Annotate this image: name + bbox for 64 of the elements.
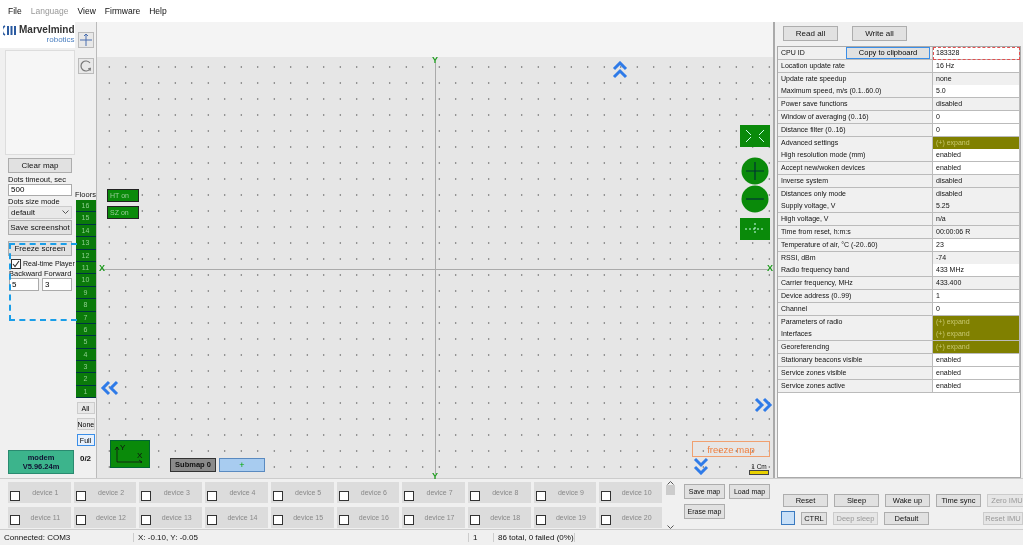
save-screenshot-button[interactable]: Save screenshot	[8, 219, 72, 235]
status-text: Connected: COM3	[0, 533, 134, 542]
status-text: 1	[469, 533, 494, 542]
scale-bar	[749, 469, 769, 475]
checkbox[interactable]	[469, 515, 480, 526]
logo-icon	[3, 23, 17, 36]
freeze-screen-button[interactable]: Freeze screen	[8, 240, 72, 256]
scroll-up-icon[interactable]	[612, 60, 628, 79]
checkbox[interactable]	[404, 515, 415, 526]
scrollbar-thumb[interactable]	[665, 485, 675, 496]
logo-wordmark: Marvelmind	[19, 23, 75, 36]
checkbox[interactable]	[601, 490, 612, 501]
checkbox[interactable]	[272, 490, 283, 501]
checkbox[interactable]	[141, 515, 152, 526]
checkbox[interactable]	[75, 515, 86, 526]
forward-input[interactable]: 3	[42, 277, 72, 291]
checkbox[interactable]	[535, 490, 546, 501]
checkbox[interactable]	[469, 490, 480, 501]
expand-view-icon[interactable]	[740, 217, 770, 240]
zoom-out-icon[interactable]	[741, 184, 769, 213]
scroll-right-icon[interactable]	[753, 396, 773, 413]
status-text: X: -0.10, Y: -0.05	[134, 533, 469, 542]
checkbox[interactable]	[535, 515, 546, 526]
checkbox[interactable]	[75, 490, 86, 501]
freeze-map-button[interactable]: freeze map	[692, 440, 770, 457]
dots-size-dropdown[interactable]: default	[8, 205, 72, 219]
clear-map-button[interactable]: Clear map	[8, 157, 72, 173]
settings-button[interactable]: Write all	[852, 25, 907, 41]
timeout-input[interactable]: 500	[8, 183, 72, 196]
scroll-up-icon[interactable]	[666, 481, 674, 486]
ctrl-indicator[interactable]	[781, 511, 795, 526]
device-count: 0/2	[79, 454, 92, 464]
scroll-left-icon[interactable]	[100, 379, 120, 396]
menu-item[interactable]: Help	[149, 5, 167, 16]
add-submap-button[interactable]: +	[219, 457, 265, 472]
zoom-in-icon[interactable]	[741, 156, 769, 185]
axis-label: Y	[432, 54, 438, 65]
scroll-down-icon[interactable]	[693, 456, 709, 475]
checkbox[interactable]	[10, 490, 20, 501]
scroll-down-icon[interactable]	[666, 525, 674, 530]
checkbox[interactable]	[338, 490, 349, 501]
menu-item[interactable]: File	[8, 5, 22, 16]
checkbox[interactable]	[207, 515, 218, 526]
checkbox[interactable]	[207, 490, 218, 501]
move-icon[interactable]	[77, 31, 94, 48]
checkbox[interactable]	[404, 490, 415, 501]
fit-view-icon[interactable]	[740, 124, 770, 147]
checkbox[interactable]	[10, 515, 20, 526]
menu-item[interactable]: View	[77, 5, 96, 16]
axes-orientation-button[interactable]: Y X	[110, 439, 150, 468]
checkbox[interactable]	[338, 515, 349, 526]
checkbox[interactable]	[11, 258, 21, 269]
settings-button[interactable]: Read all	[783, 25, 838, 41]
backward-input[interactable]: 5	[9, 277, 39, 291]
checkbox[interactable]	[601, 515, 612, 526]
axis-label: X	[767, 262, 773, 273]
rotate-icon[interactable]	[77, 57, 94, 74]
axis-label: X	[99, 262, 105, 273]
menu-item[interactable]: Firmware	[104, 5, 141, 16]
axis-label: Y	[432, 471, 438, 482]
checkbox[interactable]	[141, 490, 152, 501]
checkbox[interactable]	[272, 515, 283, 526]
status-text: 86 total, 0 failed (0%)	[494, 533, 575, 542]
logo-tagline: robotics	[46, 35, 75, 44]
